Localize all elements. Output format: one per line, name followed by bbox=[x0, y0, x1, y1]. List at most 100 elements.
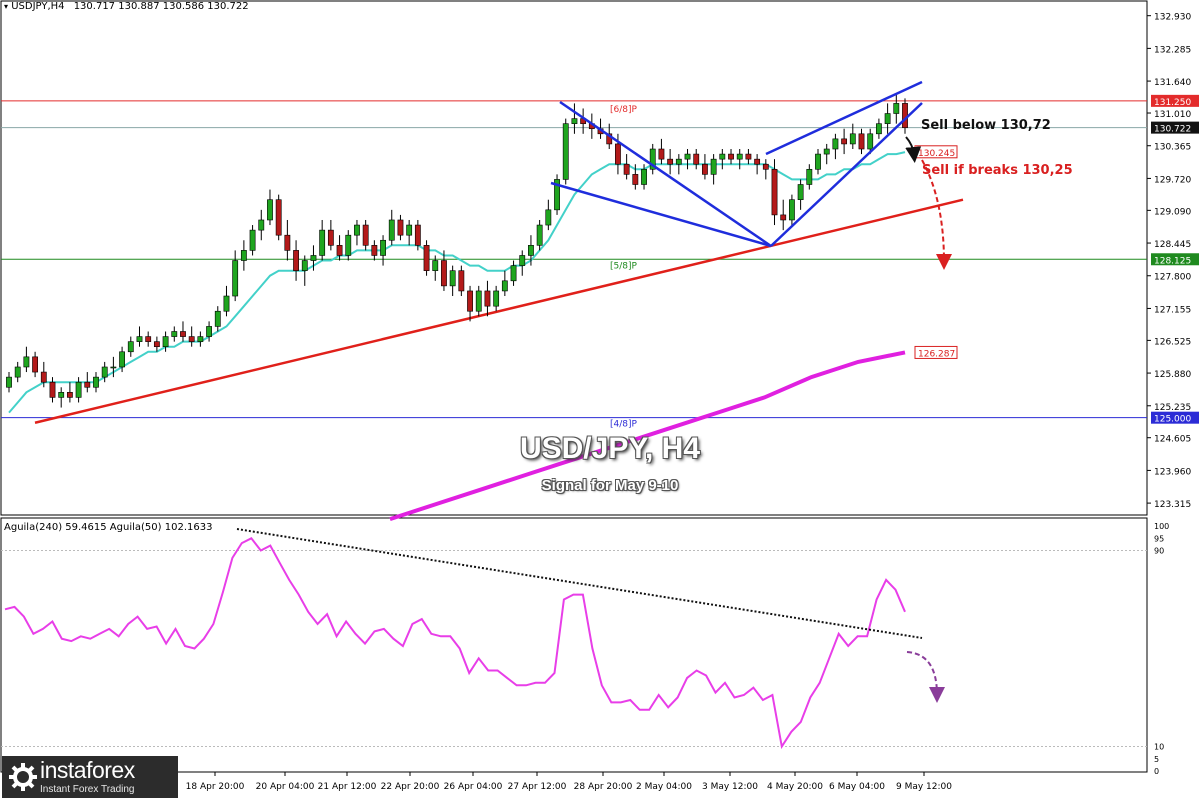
price-tick-label: 124.605 bbox=[1154, 435, 1191, 445]
candle-body bbox=[849, 133, 856, 145]
candle-body bbox=[180, 331, 186, 337]
price-tick-label: 130.365 bbox=[1154, 143, 1191, 153]
candle-body bbox=[684, 153, 691, 160]
instaforex-icon bbox=[9, 763, 37, 791]
candle-body bbox=[127, 341, 134, 353]
candle-body bbox=[806, 168, 813, 185]
candle-body bbox=[345, 234, 352, 256]
candle-body bbox=[632, 174, 639, 185]
time-tick-label: 6 May 04:00 bbox=[829, 782, 885, 792]
watermark-title: USD/JPY, H4 bbox=[519, 432, 701, 465]
candle-body bbox=[475, 290, 482, 312]
level-name-label: [6/8]P bbox=[610, 105, 638, 115]
candle-body bbox=[510, 265, 517, 282]
symbol-icon: ▾ bbox=[4, 2, 9, 11]
candle-body bbox=[188, 336, 195, 342]
candle-body bbox=[171, 331, 178, 337]
candle-body bbox=[519, 255, 526, 266]
candle-body bbox=[84, 381, 91, 388]
candle-body bbox=[258, 219, 265, 231]
price-tick-label: 126.525 bbox=[1154, 337, 1191, 347]
price-tick-label: 132.930 bbox=[1154, 13, 1191, 23]
candle-body bbox=[14, 366, 21, 378]
candle-body bbox=[40, 371, 47, 383]
oscillator-tick-label: 0 bbox=[1154, 767, 1159, 776]
ema-value-label: 130.245 bbox=[918, 149, 955, 159]
price-tick-label: 125.880 bbox=[1154, 370, 1191, 380]
candle-body bbox=[858, 133, 865, 150]
ohlc-values: 130.717 130.887 130.586 130.722 bbox=[73, 1, 249, 12]
candle-body bbox=[902, 103, 908, 129]
candle-body bbox=[66, 392, 73, 398]
candle-body bbox=[214, 310, 221, 327]
candle-body bbox=[562, 123, 569, 180]
price-tick-label: 127.800 bbox=[1154, 273, 1191, 283]
candle-body bbox=[658, 148, 665, 160]
candle-body bbox=[432, 260, 439, 271]
candle-body bbox=[867, 133, 874, 150]
price-tick-label: 131.640 bbox=[1154, 78, 1191, 88]
ema-value-label: 126.287 bbox=[918, 349, 955, 359]
level-price-label: 128.125 bbox=[1154, 256, 1191, 266]
indicator-header: Aguila(240) 59.4615 Aguila(50) 102.1633 bbox=[4, 522, 213, 533]
price-tick-label: 123.315 bbox=[1154, 500, 1191, 510]
price-tick-label: 123.960 bbox=[1154, 467, 1191, 477]
candle-body bbox=[823, 148, 830, 155]
candle-body bbox=[380, 239, 386, 256]
candle-body bbox=[310, 255, 317, 261]
candle-body bbox=[58, 392, 65, 398]
candle-body bbox=[301, 260, 308, 271]
time-tick-label: 21 Apr 12:00 bbox=[318, 782, 377, 792]
candle-body bbox=[414, 224, 421, 246]
candle-body bbox=[93, 376, 99, 388]
candle-body bbox=[884, 113, 891, 124]
price-tick-label: 127.155 bbox=[1154, 305, 1191, 315]
candle-body bbox=[815, 153, 821, 170]
price-tick-label: 129.720 bbox=[1154, 175, 1191, 185]
candle-body bbox=[249, 229, 256, 251]
oscillator-tick-label: 90 bbox=[1154, 547, 1164, 556]
price-tick-label: 128.445 bbox=[1154, 240, 1191, 250]
candle-body bbox=[545, 209, 552, 226]
candle-body bbox=[267, 199, 273, 221]
candle-body bbox=[145, 336, 152, 342]
candle-body bbox=[75, 381, 82, 398]
candle-body bbox=[449, 270, 456, 287]
candle-body bbox=[754, 158, 761, 165]
candle-body bbox=[371, 245, 378, 256]
candle-body bbox=[336, 245, 343, 256]
candle-body bbox=[780, 214, 787, 221]
watermark-subtitle: Signal for May 9-10 bbox=[541, 477, 679, 494]
candle-body bbox=[319, 229, 326, 256]
candle-body bbox=[101, 366, 108, 378]
time-tick-label: 26 Apr 04:00 bbox=[444, 782, 503, 792]
candle-body bbox=[362, 224, 369, 246]
candle-body bbox=[528, 245, 534, 256]
candle-body bbox=[197, 336, 204, 342]
candle-body bbox=[693, 153, 700, 165]
oscillator-tick-label: 5 bbox=[1154, 755, 1159, 764]
logo-name: instaforex bbox=[40, 757, 135, 783]
candle-body bbox=[710, 158, 717, 175]
time-tick-label: 18 Apr 20:00 bbox=[186, 782, 245, 792]
candle-body bbox=[745, 153, 752, 160]
time-tick-label: 20 Apr 04:00 bbox=[256, 782, 315, 792]
candle-body bbox=[467, 290, 473, 312]
candle-body bbox=[119, 351, 125, 368]
candle-body bbox=[875, 123, 882, 135]
symbol-label: USDJPY,H4 bbox=[11, 1, 65, 12]
time-tick-label: 28 Apr 20:00 bbox=[574, 782, 633, 792]
oscillator-tick-label: 10 bbox=[1154, 743, 1164, 752]
candle-body bbox=[406, 224, 413, 236]
price-chart: [6/8]P 131.250 [5/8]P 128.125 [4/8]P 125.000 1… bbox=[0, 0, 1199, 792]
candle-body bbox=[832, 138, 839, 150]
candle-body bbox=[397, 219, 404, 236]
time-tick-label: 3 May 12:00 bbox=[702, 782, 758, 792]
candle-body bbox=[441, 260, 447, 287]
time-tick-label: 27 Apr 12:00 bbox=[508, 782, 567, 792]
oscillator-tick-label: 95 bbox=[1154, 534, 1164, 543]
current-price-label: 130.722 bbox=[1154, 125, 1191, 135]
level-name-label: [4/8]P bbox=[610, 420, 638, 430]
candle-body bbox=[493, 290, 500, 307]
candle-body bbox=[771, 168, 778, 216]
